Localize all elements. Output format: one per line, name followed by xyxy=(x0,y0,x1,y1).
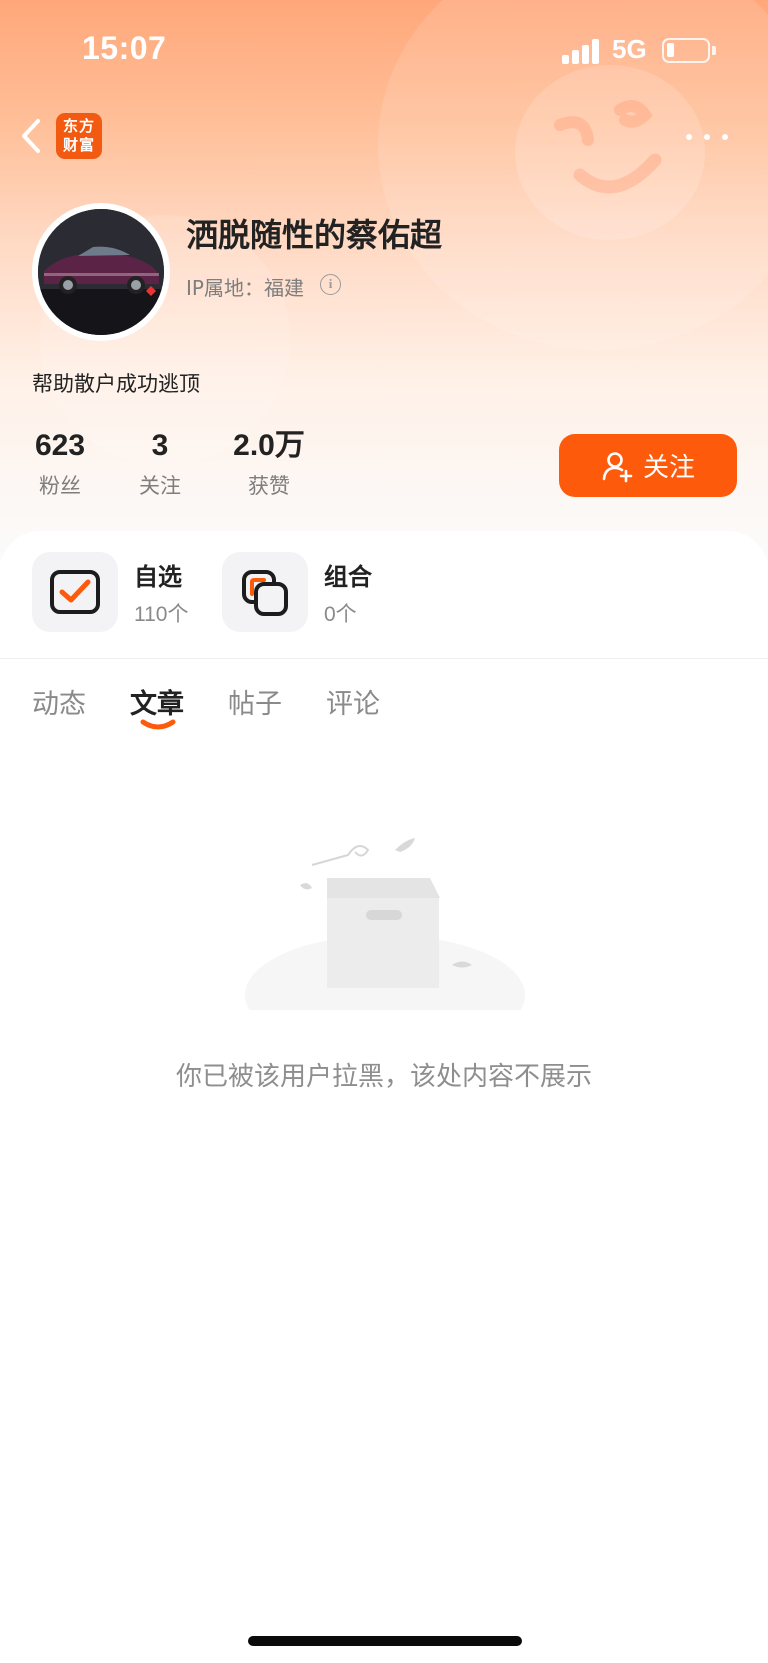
stat-value: 3 xyxy=(151,429,169,462)
empty-state-message: 你已被该用户拉黑，该处内容不展示 xyxy=(175,1062,592,1092)
section-divider xyxy=(0,658,768,659)
tab-articles[interactable]: 文章 xyxy=(130,682,184,721)
ip-location: IP属地：福建 xyxy=(186,276,304,300)
active-tab-indicator xyxy=(140,719,176,730)
stat-label: 获赞 xyxy=(248,474,290,498)
watchlist-tile[interactable] xyxy=(32,552,118,632)
portfolio-count: 0个 xyxy=(324,603,357,626)
portfolio-icon xyxy=(242,570,288,616)
stat-likes[interactable]: 2.0万 获赞 xyxy=(224,428,314,500)
logo-text: 财富 xyxy=(62,136,95,154)
home-indicator[interactable] xyxy=(248,1636,522,1646)
smile-watermark-icon xyxy=(554,100,662,194)
status-bar: 15:07 5G xyxy=(0,0,768,100)
network-type: 5G xyxy=(612,34,647,64)
follow-button-label: 关注 xyxy=(642,453,695,483)
checklist-icon xyxy=(50,570,100,614)
portfolio-title[interactable]: 组合 xyxy=(324,557,372,592)
tab-comments[interactable]: 评论 xyxy=(326,682,380,721)
signal-icon xyxy=(562,38,602,64)
follow-button[interactable]: 关注 xyxy=(559,434,737,497)
watchlist-count: 110个 xyxy=(134,603,189,626)
empty-box-illustration xyxy=(245,838,525,1010)
avatar[interactable] xyxy=(32,203,170,341)
add-user-icon xyxy=(602,451,633,482)
more-options-icon[interactable] xyxy=(682,122,732,152)
battery-icon xyxy=(662,38,716,63)
stat-following[interactable]: 3 关注 xyxy=(130,428,190,500)
car-photo xyxy=(38,209,164,335)
portfolio-tile[interactable] xyxy=(222,552,308,632)
stat-label: 粉丝 xyxy=(39,474,81,498)
stat-followers[interactable]: 623 粉丝 xyxy=(30,428,90,500)
watchlist-title[interactable]: 自选 xyxy=(134,557,182,592)
profile-name: 洒脱随性的蔡佑超 xyxy=(186,216,443,254)
info-icon[interactable]: i xyxy=(320,274,341,295)
logo-text: 东方 xyxy=(62,117,95,135)
app-logo[interactable]: 东方 财富 xyxy=(56,113,102,159)
stat-value: 2.0万 xyxy=(233,429,305,462)
stat-value: 623 xyxy=(34,429,86,462)
back-arrow-icon[interactable] xyxy=(16,116,46,156)
content-card xyxy=(0,531,768,1663)
profile-bio: 帮助散户成功逃顶 xyxy=(32,372,200,396)
status-time: 15:07 xyxy=(82,30,167,66)
stat-label: 关注 xyxy=(139,474,181,498)
tab-posts[interactable]: 帖子 xyxy=(228,682,282,721)
tab-activity[interactable]: 动态 xyxy=(32,682,86,721)
